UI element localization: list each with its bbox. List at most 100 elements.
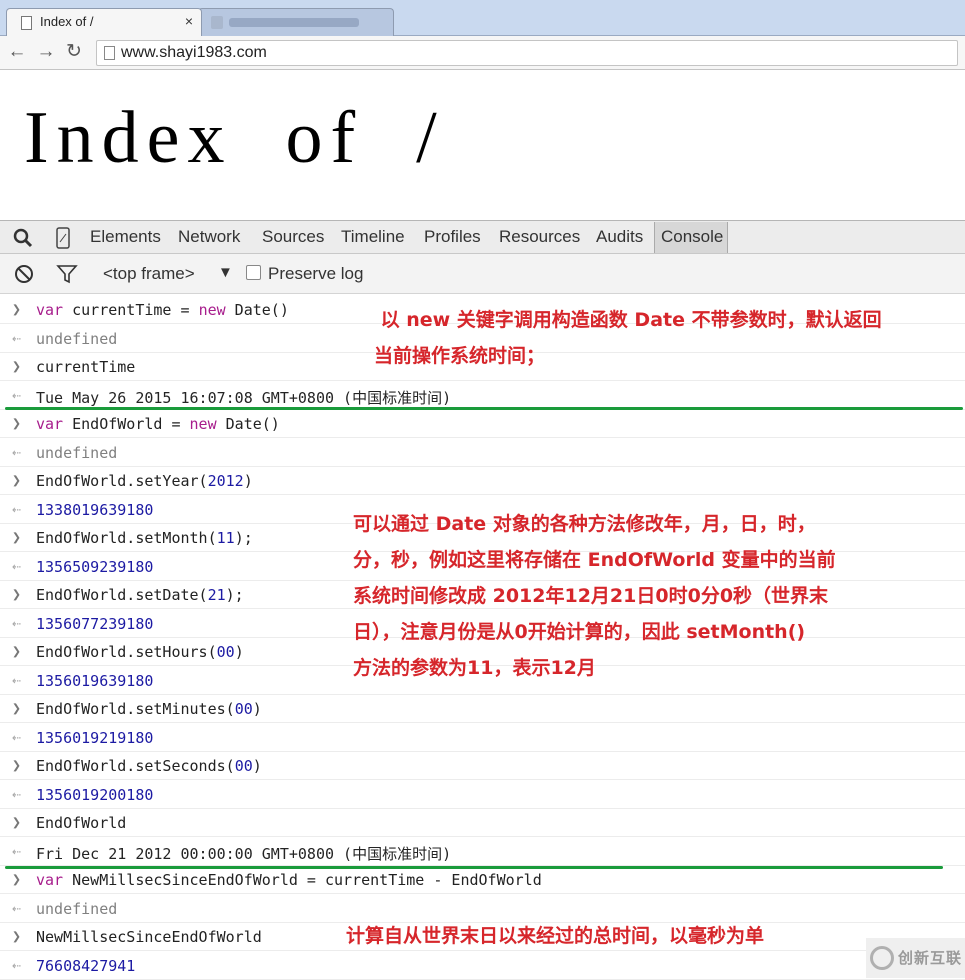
console-toolbar: <top frame> ▼ Preserve log	[0, 254, 965, 294]
console-command-text: NewMillsecSinceEndOfWorld	[36, 928, 262, 946]
preserve-log-label: Preserve log	[268, 264, 364, 283]
forward-arrow-icon[interactable]: →	[35, 40, 57, 64]
tab-elements[interactable]: Elements	[90, 227, 161, 247]
result-arrow-icon: ⇠	[12, 784, 22, 803]
console-result-text: undefined	[36, 443, 118, 462]
result-arrow-icon: ⇠	[12, 499, 22, 518]
blurred-tab-title	[229, 18, 359, 27]
prompt-chevron-icon: ❯	[12, 756, 22, 774]
console-input-row: ❯ var EndOfWorld = new Date()	[0, 410, 965, 438]
console-result-text: 76608427941	[36, 956, 136, 975]
console-result-text: undefined	[36, 329, 118, 348]
console-result-row: ⇠ Fri Dec 21 2012 00:00:00 GMT+0800 (中国标准…	[0, 838, 965, 866]
console-result-text: 1356019200180	[36, 785, 154, 804]
clear-console-icon[interactable]	[13, 263, 35, 285]
prompt-chevron-icon: ❯	[12, 528, 22, 546]
console-command-text: var EndOfWorld = new Date()	[36, 415, 280, 433]
frame-selector[interactable]: <top frame>	[103, 264, 195, 284]
console-result-text: 1356019639180	[36, 671, 154, 690]
preserve-log-checkbox[interactable]	[246, 265, 261, 280]
tab-timeline[interactable]: Timeline	[341, 227, 405, 247]
tab-title: Index of /	[40, 14, 94, 29]
tab-resources[interactable]: Resources	[499, 227, 580, 247]
tab-background[interactable]	[198, 8, 394, 36]
prompt-chevron-icon: ❯	[12, 414, 22, 432]
result-arrow-icon: ⇠	[12, 613, 22, 632]
filter-icon[interactable]	[56, 263, 78, 285]
annotation-note: 可以通过 Date 对象的各种方法修改年，月，日，时， 分，秒，例如这里将存储在…	[353, 513, 836, 679]
tab-active[interactable]: Index of / ×	[6, 8, 202, 36]
console-result-row: ⇠ 76608427941	[0, 952, 965, 980]
tab-strip: Index of / ×	[0, 0, 965, 36]
tab-audits[interactable]: Audits	[596, 227, 643, 247]
prompt-chevron-icon: ❯	[12, 300, 22, 318]
tab-network[interactable]: Network	[178, 227, 240, 247]
console-result-row: ⇠ undefined	[0, 439, 965, 467]
console-input-row: ❯ EndOfWorld.setYear(2012)	[0, 467, 965, 495]
logo-icon	[870, 946, 894, 970]
prompt-chevron-icon: ❯	[12, 813, 22, 831]
console-command-text: EndOfWorld.setHours(00)	[36, 643, 244, 661]
console-result-text: Tue May 26 2015 16:07:08 GMT+0800 (中国标准时…	[36, 388, 452, 407]
browser-toolbar: ← → ↻ www.shayi1983.com	[0, 36, 965, 70]
console-command-text: EndOfWorld.setYear(2012)	[36, 472, 253, 490]
result-arrow-icon: ⇠	[12, 556, 22, 575]
result-arrow-icon: ⇠	[12, 727, 22, 746]
search-icon[interactable]	[12, 227, 34, 249]
console-input-row: ❯ EndOfWorld.setMinutes(00)	[0, 695, 965, 723]
console-command-text: EndOfWorld.setMonth(11);	[36, 529, 253, 547]
console-command-text: EndOfWorld.setDate(21);	[36, 586, 244, 604]
prompt-chevron-icon: ❯	[12, 471, 22, 489]
prompt-chevron-icon: ❯	[12, 585, 22, 603]
console-result-text: 1338019639180	[36, 500, 154, 519]
console-result-row: ⇠ 1356019200180	[0, 781, 965, 809]
console-command-text: var currentTime = new Date()	[36, 301, 289, 319]
result-arrow-icon: ⇠	[12, 442, 22, 461]
annotation-note: 计算自从世界末日以来经过的总时间，以毫秒为单	[346, 925, 765, 947]
prompt-chevron-icon: ❯	[12, 927, 22, 945]
device-mode-icon[interactable]	[52, 227, 74, 249]
console-input-row: ❯ var NewMillsecSinceEndOfWorld = current…	[0, 866, 965, 894]
prompt-chevron-icon: ❯	[12, 357, 22, 375]
chevron-down-icon[interactable]: ▼	[218, 264, 233, 281]
devtools-tab-bar: Elements Network Sources Timeline Profil…	[0, 220, 965, 254]
close-tab-icon[interactable]: ×	[185, 13, 193, 29]
page-title: Index of /	[24, 97, 445, 179]
console-result-text: 1356077239180	[36, 614, 154, 633]
result-arrow-icon: ⇠	[12, 328, 22, 347]
watermark-logo: 创新互联	[866, 938, 965, 978]
watermark-text: 创新互联	[898, 950, 963, 967]
console-command-text: EndOfWorld	[36, 814, 127, 832]
console-result-text: undefined	[36, 899, 118, 918]
console-result-text: Fri Dec 21 2012 00:00:00 GMT+0800 (中国标准时…	[36, 844, 452, 863]
result-arrow-icon: ⇠	[12, 898, 22, 917]
tab-profiles[interactable]: Profiles	[424, 227, 481, 247]
console-result-text: 1356019219180	[36, 728, 154, 747]
result-arrow-icon: ⇠	[12, 385, 22, 404]
console-result-row: ⇠ 1356019219180	[0, 724, 965, 752]
reload-icon[interactable]: ↻	[63, 40, 85, 64]
console-result-text: 1356509239180	[36, 557, 154, 576]
page-icon	[21, 16, 32, 30]
favicon-icon	[211, 16, 223, 29]
back-arrow-icon[interactable]: ←	[6, 40, 28, 64]
divider-line	[5, 866, 943, 869]
tab-console[interactable]: Console	[654, 222, 729, 253]
result-arrow-icon: ⇠	[12, 670, 22, 689]
console-result-row: ⇠ Tue May 26 2015 16:07:08 GMT+0800 (中国标准…	[0, 382, 965, 410]
address-bar[interactable]: www.shayi1983.com	[96, 40, 958, 66]
console-input-row: ❯ EndOfWorld	[0, 809, 965, 837]
tab-sources[interactable]: Sources	[262, 227, 324, 247]
page-icon	[104, 46, 115, 60]
console-input-row: ❯ EndOfWorld.setSeconds(00)	[0, 752, 965, 780]
console-command-text: var NewMillsecSinceEndOfWorld = currentT…	[36, 871, 542, 889]
url-text: www.shayi1983.com	[121, 44, 267, 61]
console-command-text: currentTime	[36, 358, 136, 376]
result-arrow-icon: ⇠	[12, 841, 22, 860]
console-command-text: EndOfWorld.setSeconds(00)	[36, 757, 262, 775]
prompt-chevron-icon: ❯	[12, 699, 22, 717]
result-arrow-icon: ⇠	[12, 955, 22, 974]
annotation-note: 以 new 关键字调用构造函数 Date 不带参数时，默认返回 当前操作系统时间…	[374, 309, 882, 367]
prompt-chevron-icon: ❯	[12, 870, 22, 888]
prompt-chevron-icon: ❯	[12, 642, 22, 660]
